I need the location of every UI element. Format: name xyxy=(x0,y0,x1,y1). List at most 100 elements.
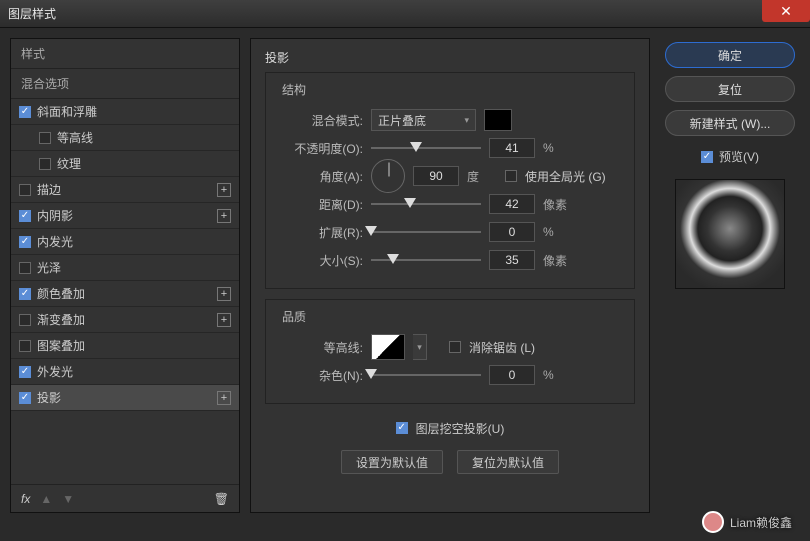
shadow-color-swatch[interactable] xyxy=(484,109,512,131)
right-panel: 确定 复位 新建样式 (W)... 预览(V) xyxy=(660,38,800,513)
reset-default-button[interactable]: 复位为默认值 xyxy=(457,450,559,474)
noise-unit: % xyxy=(543,368,573,382)
chevron-down-icon: ▾ xyxy=(464,115,469,126)
knockout-checkbox[interactable] xyxy=(396,422,408,434)
style-checkbox[interactable] xyxy=(19,366,31,378)
style-label: 光泽 xyxy=(37,259,61,276)
knockout-label: 图层挖空投影(U) xyxy=(416,420,505,437)
style-item-9[interactable]: 图案叠加 xyxy=(11,333,239,359)
style-checkbox[interactable] xyxy=(19,288,31,300)
cancel-button[interactable]: 复位 xyxy=(665,76,795,102)
preview-label: 预览(V) xyxy=(719,148,759,165)
styles-header[interactable]: 样式 xyxy=(11,39,239,69)
settings-panel: 投影 结构 混合模式: 正片叠底 ▾ 不透明度(O): 41 % 角度(A): xyxy=(250,38,650,513)
style-checkbox[interactable] xyxy=(19,340,31,352)
style-label: 等高线 xyxy=(57,129,93,146)
style-label: 斜面和浮雕 xyxy=(37,103,97,120)
dialog-body: 样式 混合选项 斜面和浮雕等高线纹理描边 + 内阴影 + 内发光光泽颜色叠加+ 渐变叠加 +… xyxy=(0,28,810,523)
style-item-8[interactable]: 渐变叠加 + xyxy=(11,307,239,333)
new-style-button[interactable]: 新建样式 (W)... xyxy=(665,110,795,136)
style-label: 图案叠加 xyxy=(37,337,85,354)
size-input[interactable]: 35 xyxy=(489,250,535,270)
fx-label[interactable]: fx xyxy=(21,492,30,506)
preview-image xyxy=(675,179,785,289)
set-default-button[interactable]: 设置为默认值 xyxy=(341,450,443,474)
ok-button[interactable]: 确定 xyxy=(665,42,795,68)
section-title: 投影 xyxy=(265,49,635,66)
window-title: 图层样式 xyxy=(8,5,56,22)
style-label: 投影 xyxy=(37,389,61,406)
style-item-7[interactable]: 颜色叠加+ xyxy=(11,281,239,307)
styles-footer: fx ▲ ▼ 🗑 xyxy=(11,484,239,512)
opacity-input[interactable]: 41 xyxy=(489,138,535,158)
blend-options-header[interactable]: 混合选项 xyxy=(11,69,239,99)
spread-input[interactable]: 0 xyxy=(489,222,535,242)
trash-icon[interactable]: 🗑 xyxy=(214,492,229,506)
noise-input[interactable]: 0 xyxy=(489,365,535,385)
style-checkbox[interactable] xyxy=(19,262,31,274)
style-checkbox[interactable] xyxy=(39,132,51,144)
style-label: 外发光 xyxy=(37,363,73,380)
distance-input[interactable]: 42 xyxy=(489,194,535,214)
size-slider[interactable] xyxy=(371,252,481,268)
size-unit: 像素 xyxy=(543,252,573,269)
titlebar: 图层样式 ✕ xyxy=(0,0,810,28)
add-icon[interactable]: + xyxy=(217,313,231,327)
style-checkbox[interactable] xyxy=(19,210,31,222)
styles-panel: 样式 混合选项 斜面和浮雕等高线纹理描边 + 内阴影 + 内发光光泽颜色叠加+ 渐变叠加 +… xyxy=(10,38,240,513)
style-item-11[interactable]: 投影 + xyxy=(11,385,239,411)
arrow-up-icon[interactable]: ▲ xyxy=(40,492,52,506)
global-light-label: 使用全局光 (G) xyxy=(525,168,606,185)
opacity-unit: % xyxy=(543,141,573,155)
style-label: 渐变叠加 xyxy=(37,311,85,328)
arrow-down-icon[interactable]: ▼ xyxy=(62,492,74,506)
style-item-5[interactable]: 内发光 xyxy=(11,229,239,255)
distance-unit: 像素 xyxy=(543,196,573,213)
contour-swatch[interactable] xyxy=(371,334,405,360)
structure-group: 结构 混合模式: 正片叠底 ▾ 不透明度(O): 41 % 角度(A): 90 … xyxy=(265,72,635,289)
style-checkbox[interactable] xyxy=(19,314,31,326)
style-label: 内发光 xyxy=(37,233,73,250)
antialias-checkbox[interactable] xyxy=(449,341,461,353)
style-checkbox[interactable] xyxy=(19,392,31,404)
angle-dial[interactable] xyxy=(371,159,405,193)
style-checkbox[interactable] xyxy=(19,106,31,118)
style-label: 内阴影 xyxy=(37,207,73,224)
add-icon[interactable]: + xyxy=(217,209,231,223)
quality-title: 品质 xyxy=(278,308,310,325)
style-checkbox[interactable] xyxy=(39,158,51,170)
preview-checkbox[interactable] xyxy=(701,151,713,163)
spread-slider[interactable] xyxy=(371,224,481,240)
angle-input[interactable]: 90 xyxy=(413,166,459,186)
close-button[interactable]: ✕ xyxy=(762,0,810,22)
watermark: Liam赖俊鑫 xyxy=(702,511,792,533)
contour-dropdown[interactable]: ▾ xyxy=(413,334,427,360)
style-item-2[interactable]: 纹理 xyxy=(11,151,239,177)
antialias-label: 消除锯齿 (L) xyxy=(469,339,535,356)
spread-label: 扩展(R): xyxy=(278,224,363,241)
add-icon[interactable]: + xyxy=(217,287,231,301)
add-icon[interactable]: + xyxy=(217,183,231,197)
style-checkbox[interactable] xyxy=(19,184,31,196)
style-label: 描边 xyxy=(37,181,61,198)
add-icon[interactable]: + xyxy=(217,391,231,405)
noise-slider[interactable] xyxy=(371,367,481,383)
blend-mode-label: 混合模式: xyxy=(278,112,363,129)
style-item-6[interactable]: 光泽 xyxy=(11,255,239,281)
blend-mode-select[interactable]: 正片叠底 ▾ xyxy=(371,109,476,131)
opacity-label: 不透明度(O): xyxy=(278,140,363,157)
style-item-4[interactable]: 内阴影 + xyxy=(11,203,239,229)
opacity-slider[interactable] xyxy=(371,140,481,156)
style-item-1[interactable]: 等高线 xyxy=(11,125,239,151)
quality-group: 品质 等高线: ▾ 消除锯齿 (L) 杂色(N): 0 % xyxy=(265,299,635,404)
size-label: 大小(S): xyxy=(278,252,363,269)
angle-unit: 度 xyxy=(467,168,497,185)
contour-label: 等高线: xyxy=(278,339,363,356)
style-item-0[interactable]: 斜面和浮雕 xyxy=(11,99,239,125)
distance-slider[interactable] xyxy=(371,196,481,212)
global-light-checkbox[interactable] xyxy=(505,170,517,182)
style-checkbox[interactable] xyxy=(19,236,31,248)
style-item-10[interactable]: 外发光 xyxy=(11,359,239,385)
noise-label: 杂色(N): xyxy=(278,367,363,384)
style-item-3[interactable]: 描边 + xyxy=(11,177,239,203)
